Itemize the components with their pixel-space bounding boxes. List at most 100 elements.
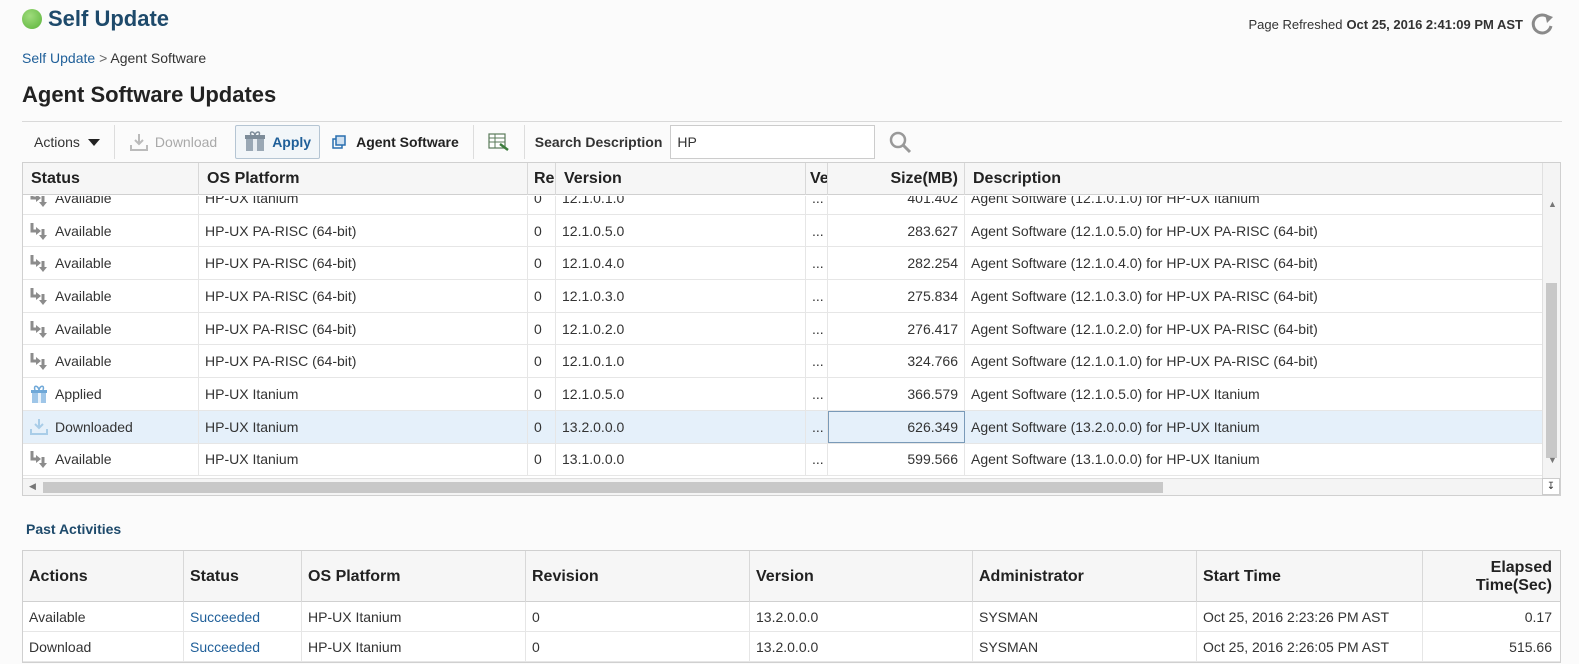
external-link-icon [332, 134, 346, 149]
ve-text: ... [812, 451, 824, 468]
revision-text: 0 [534, 418, 542, 435]
os-platform-cell: HP-UX PA-RISC (64-bit) [199, 214, 528, 247]
vertical-scrollbar[interactable]: ▲ ▼ [1542, 163, 1560, 479]
size-text: 401.402 [907, 196, 958, 206]
version-cell: 12.1.0.5.0 [556, 378, 806, 410]
past-table-header: Actions Status OS Platform Revision Vers… [23, 551, 1560, 602]
revision-text: 0 [534, 451, 542, 468]
search-description-label: Search Description [534, 133, 663, 150]
past-column-start-time[interactable]: Start Time [1197, 551, 1423, 602]
description-cell: Agent Software (12.1.0.5.0) for HP-UX It… [965, 378, 1543, 410]
detach-table-button[interactable] [476, 126, 522, 158]
os-platform-text: HP-UX PA-RISC (64-bit) [205, 353, 357, 370]
table-row[interactable]: Available HP-UX Itanium 0 12.1.0.1.0... 401.… [23, 196, 1543, 215]
ve-cell: ... [806, 214, 828, 247]
ve-cell: ... [806, 247, 828, 280]
past-table-row: Available Succeeded HP-UX Itanium 0 13.2.0.0… [23, 602, 1560, 632]
past-table-row: Download Succeeded HP-UX Itanium 0 13.2.0.0.… [23, 632, 1560, 662]
revision-text: 0 [534, 320, 542, 337]
ve-text: ... [812, 255, 824, 272]
version-text: 12.1.0.3.0 [562, 287, 625, 304]
start-time-cell: Oct 25, 2016 2:23:26 PM AST [1197, 602, 1423, 632]
status-cell: Available [23, 443, 199, 476]
revision-cell: 0 [528, 280, 556, 312]
apply-button[interactable]: Apply [235, 124, 321, 159]
breadcrumb-current: Agent Software [110, 50, 207, 66]
column-header-os-platform[interactable]: OS Platform [199, 163, 528, 195]
table-export-icon [488, 132, 509, 151]
download-icon [129, 133, 148, 151]
table-row[interactable]: Available HP-UX PA-RISC (64-bit) 0 12.1.0.5… [23, 214, 1543, 248]
column-header-size[interactable]: Size(MB) [828, 163, 965, 195]
column-header-version[interactable]: Version [556, 163, 806, 195]
refresh-label: Page Refreshed [1248, 16, 1343, 32]
os-platform-text: HP-UX PA-RISC (64-bit) [205, 320, 357, 337]
os-platform-text: HP-UX PA-RISC (64-bit) [205, 287, 357, 304]
description-text: Agent Software (12.1.0.2.0) for HP-UX PA… [971, 320, 1318, 337]
applied-icon [29, 384, 49, 404]
page-title: Agent Software Updates [22, 82, 277, 107]
status-link[interactable]: Succeeded [184, 632, 302, 662]
scroll-to-bottom-icon[interactable]: ↧ [1542, 478, 1560, 495]
search-button[interactable] [883, 125, 917, 159]
os-platform-cell: HP-UX PA-RISC (64-bit) [199, 312, 528, 345]
search-input[interactable] [670, 124, 876, 159]
download-button[interactable]: Download [117, 126, 229, 158]
version-text: 12.1.0.5.0 [562, 222, 625, 239]
column-header-status[interactable]: Status [23, 163, 199, 195]
table-row[interactable]: Available HP-UX PA-RISC (64-bit) 0 12.1.0.3… [23, 280, 1543, 313]
version-cell: 12.1.0.2.0 [556, 312, 806, 345]
action-cell: Available [23, 602, 184, 632]
description-text: Agent Software (12.1.0.3.0) for HP-UX PA… [971, 287, 1318, 304]
past-column-status[interactable]: Status [184, 551, 302, 602]
agent-software-button[interactable]: Agent Software [320, 126, 471, 158]
table-row[interactable]: Available HP-UX PA-RISC (64-bit) 0 12.1.0.2… [23, 312, 1543, 346]
status-cell: Downloaded [23, 410, 199, 443]
status-text: Applied [55, 385, 102, 402]
breadcrumb-self-update-link[interactable]: Self Update [22, 50, 95, 66]
refresh-icon[interactable] [1529, 10, 1557, 38]
version-cell: 13.2.0.0.0 [750, 632, 973, 662]
download-label: Download [154, 133, 218, 150]
past-column-actions[interactable]: Actions [23, 551, 184, 602]
available-icon [29, 319, 49, 339]
scroll-down-icon[interactable]: ▼ [1548, 455, 1557, 465]
past-column-elapsed-time[interactable]: Elapsed Time(Sec) [1423, 551, 1560, 602]
column-header-revision[interactable]: Re [528, 163, 556, 195]
table-row[interactable]: Available HP-UX PA-RISC (64-bit) 0 12.1.0.4… [23, 247, 1543, 281]
available-icon [29, 449, 49, 469]
available-icon [29, 253, 49, 273]
status-link[interactable]: Succeeded [184, 602, 302, 632]
table-row[interactable]: Downloaded HP-UX Itanium 0 13.2.0.0.0... 626… [23, 410, 1543, 444]
scroll-left-icon[interactable]: ◀ [29, 481, 36, 492]
size-text: 626.349 [907, 418, 958, 435]
column-header-description[interactable]: Description [965, 163, 1543, 195]
table-row[interactable]: Available HP-UX Itanium 0 13.1.0.0.0... 599.… [23, 443, 1543, 477]
os-platform-text: HP-UX PA-RISC (64-bit) [205, 222, 357, 239]
past-column-revision[interactable]: Revision [526, 551, 750, 602]
toolbar-divider [113, 124, 115, 159]
vertical-scroll-thumb[interactable] [1546, 283, 1557, 458]
version-text: 12.1.0.5.0 [562, 385, 625, 402]
column-header-ve[interactable]: Ve [806, 163, 828, 195]
description-text: Agent Software (12.1.0.5.0) for HP-UX It… [971, 385, 1260, 402]
table-row[interactable]: Applied HP-UX Itanium 0 12.1.0.5.0... 366.57… [23, 378, 1543, 411]
scroll-up-icon[interactable]: ▲ [1548, 199, 1557, 209]
status-cell: Available [23, 196, 199, 214]
version-cell: 12.1.0.1.0 [556, 345, 806, 378]
os-platform-cell: HP-UX Itanium [199, 410, 528, 443]
revision-text: 0 [534, 385, 542, 402]
status-text: Available [55, 196, 112, 206]
actions-menu[interactable]: Actions [22, 126, 112, 158]
past-column-os-platform[interactable]: OS Platform [302, 551, 526, 602]
past-column-version[interactable]: Version [750, 551, 973, 602]
past-column-administrator[interactable]: Administrator [973, 551, 1197, 602]
description-text: Agent Software (12.1.0.4.0) for HP-UX PA… [971, 255, 1318, 272]
table-row[interactable]: Available HP-UX PA-RISC (64-bit) 0 12.1.0.1… [23, 345, 1543, 379]
ve-text: ... [812, 222, 824, 239]
status-cell: Available [23, 312, 199, 345]
revision-cell: 0 [528, 196, 556, 214]
horizontal-scroll-thumb[interactable] [43, 482, 1163, 493]
administrator-cell: SYSMAN [973, 602, 1197, 632]
horizontal-scrollbar[interactable]: ◀ [23, 478, 1543, 495]
